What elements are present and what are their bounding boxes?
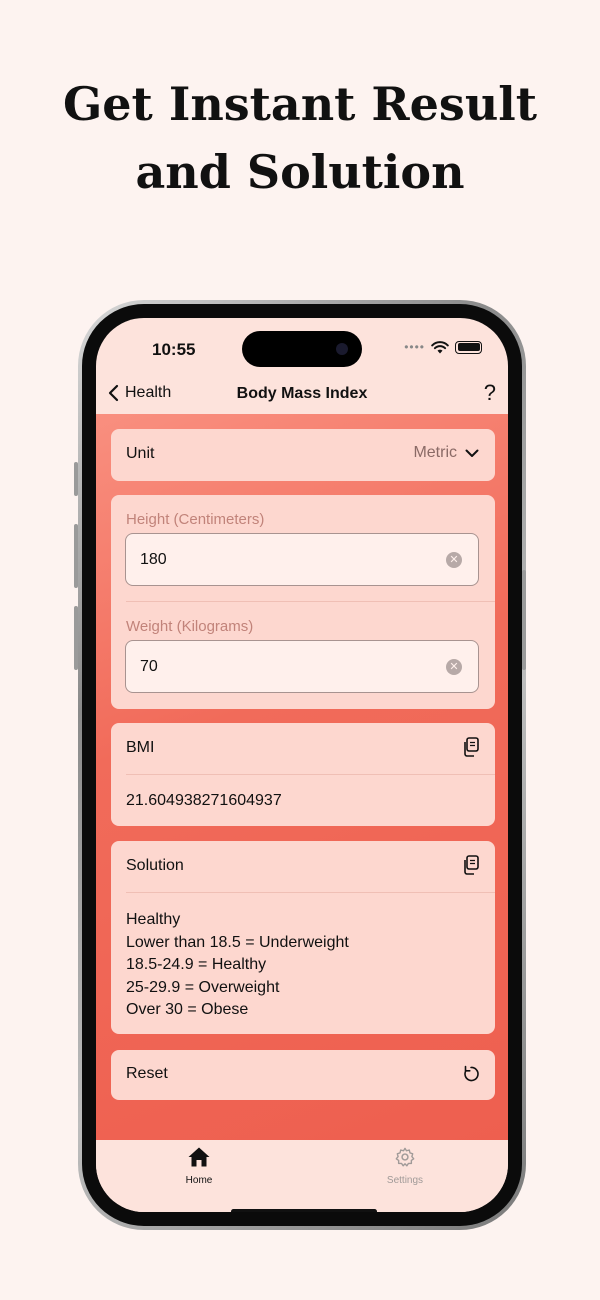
reset-icon (464, 1065, 479, 1082)
weight-field[interactable]: ✕ (125, 640, 479, 693)
chevron-left-icon (108, 384, 119, 402)
solution-line: 18.5-24.9 = Healthy (126, 956, 267, 973)
bmi-value: 21.604938271604937 (126, 792, 282, 809)
gear-icon (395, 1147, 415, 1167)
help-button[interactable]: ? (484, 380, 496, 406)
solution-line: Over 30 = Obese (126, 1001, 249, 1018)
solution-line: 25-29.9 = Overweight (126, 978, 280, 996)
solution-line: Healthy (126, 911, 181, 928)
reset-button[interactable]: Reset (111, 1050, 495, 1100)
home-icon (188, 1147, 210, 1167)
measurements-card: Height (Centimeters) ✕ Weight (Kilograms… (111, 495, 495, 709)
solution-card: Solution Healthy Lower than 18.5 = Under… (111, 841, 495, 1034)
unit-label: Unit (126, 445, 155, 462)
action-button (74, 462, 78, 496)
bmi-label: BMI (126, 739, 155, 756)
unit-row: Unit Metric (111, 429, 495, 481)
wifi-icon (431, 340, 449, 353)
status-icons: •••• (404, 340, 482, 354)
signal-icon: •••• (404, 340, 425, 354)
phone-frame: 10:55 •••• Health Body Mass Index ? Unit… (78, 300, 526, 1230)
clear-icon[interactable]: ✕ (446, 659, 462, 675)
solution-line: Lower than 18.5 = Underweight (126, 933, 349, 951)
headline-line-1: Get Instant Result (63, 77, 537, 131)
clear-icon[interactable]: ✕ (446, 552, 462, 568)
volume-up-button (74, 524, 78, 588)
reset-label: Reset (126, 1065, 168, 1082)
copy-icon[interactable] (462, 855, 480, 875)
height-label: Height (Centimeters) (126, 511, 265, 528)
dynamic-island (242, 331, 362, 367)
copy-icon[interactable] (462, 737, 480, 757)
content-area: Unit Metric Height (Centimeters) ✕ (96, 414, 508, 1140)
tab-settings-label: Settings (386, 1175, 424, 1186)
volume-down-button (74, 606, 78, 670)
unit-picker[interactable]: Metric (413, 444, 479, 462)
app-screen: 10:55 •••• Health Body Mass Index ? Unit… (96, 318, 508, 1212)
headline-line-2: and Solution (135, 145, 465, 199)
solution-text: Healthy Lower than 18.5 = Underweight 18… (126, 909, 349, 1022)
weight-label: Weight (Kilograms) (126, 618, 254, 635)
bmi-card: BMI 21.604938271604937 (111, 723, 495, 826)
tab-bar: Home Settings (96, 1140, 508, 1212)
battery-icon (455, 340, 482, 354)
solution-label: Solution (126, 857, 184, 874)
back-button[interactable]: Health (108, 384, 171, 402)
power-button (522, 570, 526, 670)
unit-value: Metric (413, 444, 457, 461)
height-field[interactable]: ✕ (125, 533, 479, 586)
tab-home[interactable]: Home (154, 1146, 244, 1186)
home-indicator (231, 1209, 377, 1212)
height-input[interactable] (140, 534, 430, 585)
tab-home-label: Home (185, 1175, 213, 1186)
status-time: 10:55 (152, 340, 196, 359)
divider (126, 601, 495, 602)
divider (126, 892, 495, 893)
navigation-bar: Health Body Mass Index ? (96, 376, 508, 414)
headline: Get Instant Result and Solution (0, 70, 600, 206)
back-label: Health (125, 384, 172, 401)
chevron-down-icon (465, 449, 479, 457)
tab-settings[interactable]: Settings (360, 1146, 450, 1186)
weight-input[interactable] (140, 641, 430, 692)
divider (126, 774, 495, 775)
